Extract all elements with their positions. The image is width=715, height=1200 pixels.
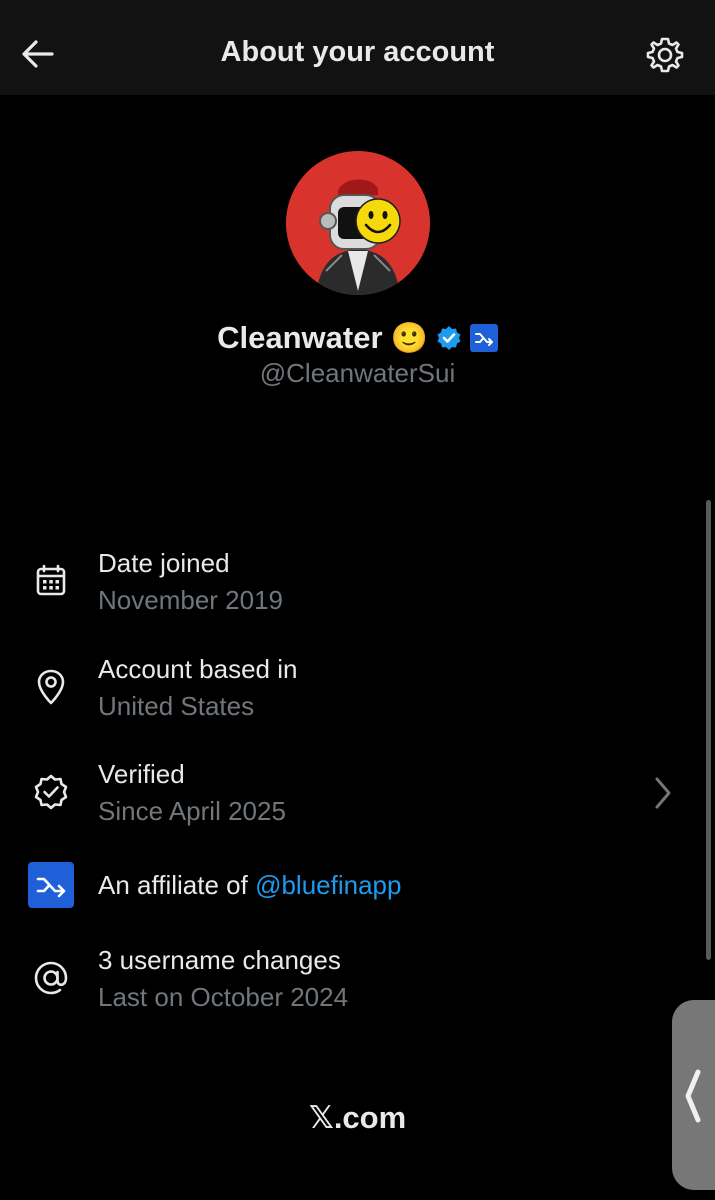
verified-label: Verified	[98, 759, 185, 789]
username-changes-row: 3 username changes Last on October 2024	[0, 945, 715, 1015]
account-based-label: Account based in	[98, 654, 298, 684]
x-com-logo: 𝕏.com	[0, 1100, 715, 1136]
profile-name-row: Cleanwater 🙂	[0, 318, 715, 358]
affiliate-row: An affiliate of @bluefinapp	[0, 862, 715, 908]
chevron-right-icon	[655, 777, 671, 809]
account-based-value: United States	[98, 691, 255, 721]
verified-value: Since April 2025	[98, 796, 286, 826]
angle-bracket-icon	[685, 1069, 701, 1123]
username-handle: @CleanwaterSui	[259, 358, 456, 388]
display-name: Cleanwater	[217, 320, 383, 355]
affiliate-text: An affiliate of @bluefinapp	[98, 870, 401, 901]
affiliate-badge-icon	[28, 862, 74, 908]
avatar[interactable]	[286, 151, 430, 295]
account-based-row: Account based in United States	[0, 654, 715, 724]
side-panel-handle[interactable]	[672, 1000, 715, 1190]
x-logo-mark: 𝕏	[308, 1100, 334, 1135]
scrollbar[interactable]	[706, 500, 711, 960]
top-app-bar: About your account	[0, 0, 715, 95]
verified-badge-icon	[437, 326, 461, 350]
calendar-icon	[28, 558, 74, 604]
date-joined-value: November 2019	[98, 585, 283, 615]
settings-button[interactable]	[645, 35, 685, 75]
avatar-illustration	[286, 151, 430, 295]
username-changes-value: Last on October 2024	[98, 982, 349, 1012]
verified-check-icon	[28, 769, 74, 815]
date-joined-row: Date joined November 2019	[0, 548, 715, 618]
location-pin-icon	[28, 664, 74, 710]
at-sign-icon	[28, 955, 74, 1001]
x-logo-text: .com	[333, 1100, 407, 1135]
affiliate-prefix: An affiliate of	[98, 870, 256, 900]
about-account-page: About your account Cleanwater 🙂 @Cleanwa…	[0, 0, 715, 1200]
verified-row[interactable]: Verified Since April 2025	[0, 759, 715, 829]
affiliate-link[interactable]: @bluefinapp	[255, 870, 401, 900]
gear-icon	[646, 37, 684, 73]
username-changes-label: 3 username changes	[98, 945, 341, 975]
affiliate-badge-icon	[469, 324, 498, 352]
date-joined-label: Date joined	[98, 548, 230, 578]
smiley-emoji: 🙂	[390, 321, 428, 355]
page-title: About your account	[220, 36, 495, 68]
